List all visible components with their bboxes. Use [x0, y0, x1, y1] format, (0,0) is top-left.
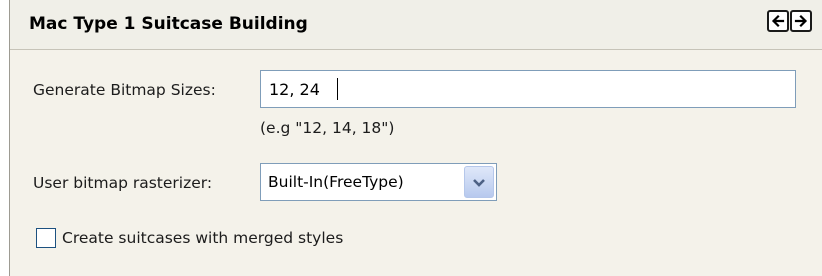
- arrow-left-icon: [771, 14, 785, 28]
- forward-button[interactable]: [790, 10, 812, 32]
- bitmap-sizes-input[interactable]: [260, 70, 796, 108]
- rasterizer-select[interactable]: Built-In(FreeType): [260, 163, 497, 201]
- suitcase-building-panel: Mac Type 1 Suitcase Building Generate Bi…: [9, 0, 822, 276]
- text-caret: [337, 78, 338, 100]
- panel-header: Mac Type 1 Suitcase Building: [10, 0, 822, 50]
- back-button[interactable]: [767, 10, 789, 32]
- merged-styles-label[interactable]: Create suitcases with merged styles: [62, 229, 343, 247]
- rasterizer-selected-value: Built-In(FreeType): [268, 173, 404, 191]
- chevron-down-icon: [472, 173, 486, 192]
- arrow-right-icon: [794, 14, 808, 28]
- panel-title: Mac Type 1 Suitcase Building: [29, 14, 308, 34]
- bitmap-sizes-hint: (e.g "12, 14, 18"): [260, 119, 395, 137]
- rasterizer-label: User bitmap rasterizer:: [33, 174, 213, 192]
- rasterizer-dropdown-button[interactable]: [464, 166, 494, 198]
- merged-styles-checkbox[interactable]: [36, 228, 56, 248]
- bitmap-sizes-label: Generate Bitmap Sizes:: [33, 81, 216, 99]
